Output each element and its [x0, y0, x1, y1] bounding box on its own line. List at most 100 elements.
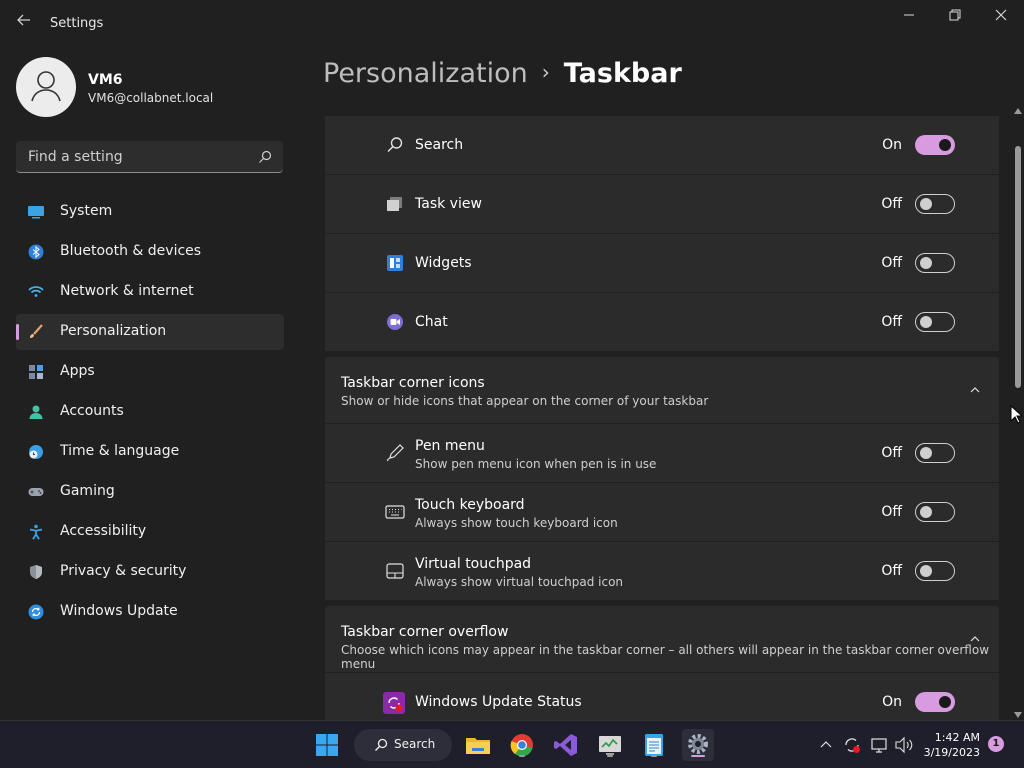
toggle-knob	[920, 198, 932, 210]
page-title: Taskbar	[563, 58, 682, 89]
setting-row-virtual-touchpad: Virtual touchpad Always show virtual tou…	[325, 542, 999, 600]
visual-studio-button[interactable]	[550, 729, 582, 761]
shield-icon	[30, 565, 42, 579]
setting-label: Windows Update Status	[415, 694, 582, 710]
setting-row-windows-update-status: Windows Update Status On	[325, 673, 999, 720]
pen-icon	[387, 444, 404, 462]
user-profile[interactable]: VM6 VM6@collabnet.local	[16, 56, 286, 120]
sidebar-item-label: System	[60, 203, 113, 219]
task-manager-button[interactable]	[594, 729, 626, 761]
start-icon	[316, 734, 338, 756]
file-explorer-icon	[466, 738, 490, 754]
toggle-knob	[939, 139, 951, 151]
visual-studio-icon	[554, 734, 577, 756]
sidebar-item-accessibility[interactable]: Accessibility	[16, 514, 284, 550]
back-button[interactable]	[14, 12, 34, 32]
sidebar-item-privacy[interactable]: Privacy & security	[16, 554, 284, 590]
setting-label: Search	[415, 137, 464, 153]
sync-icon	[28, 604, 44, 620]
settings-content: Search On Task view Off Widgets Off Chat…	[325, 106, 999, 720]
toggle-state: Off	[881, 255, 902, 271]
search-input[interactable]	[26, 141, 250, 173]
chrome-button[interactable]	[506, 729, 538, 761]
start-button[interactable]	[311, 729, 343, 761]
scroll-up-arrow-icon[interactable]	[1014, 108, 1022, 114]
toggle-knob	[939, 696, 951, 708]
chevron-up-icon[interactable]	[969, 633, 981, 645]
sidebar-item-gaming[interactable]: Gaming	[16, 474, 284, 510]
running-indicator	[519, 755, 525, 757]
windows-update-tray-icon[interactable]	[842, 735, 862, 755]
clock-globe-icon	[29, 445, 43, 459]
restore-button[interactable]	[932, 6, 978, 28]
setting-row-chat: Chat Off	[325, 293, 999, 351]
breadcrumb-separator: ›	[541, 60, 550, 84]
sidebar-item-label: Accessibility	[60, 523, 147, 539]
scroll-thumb[interactable]	[1015, 146, 1021, 388]
sidebar-item-time-language[interactable]: Time & language	[16, 434, 284, 470]
sidebar-item-label: Personalization	[60, 323, 167, 339]
running-indicator	[651, 755, 657, 757]
toggle-state: Off	[881, 563, 902, 579]
title-bar: Settings	[0, 0, 1024, 48]
chat-toggle[interactable]	[915, 312, 955, 332]
scroll-down-arrow-icon[interactable]	[1014, 712, 1022, 718]
section-title: Taskbar corner overflow	[341, 624, 509, 640]
restore-icon	[949, 9, 961, 21]
sidebar-item-network[interactable]: Network & internet	[16, 274, 284, 310]
section-taskbar-corner-overflow[interactable]: Taskbar corner overflow Choose which ico…	[325, 606, 999, 672]
search-icon	[259, 150, 272, 163]
toggle-state: Off	[881, 445, 902, 461]
section-taskbar-corner-icons[interactable]: Taskbar corner icons Show or hide icons …	[325, 357, 999, 423]
sidebar-item-bluetooth[interactable]: Bluetooth & devices	[16, 234, 284, 270]
windows-taskbar: Search 1:42 AM 3/19/2023	[0, 720, 1024, 768]
app-title: Settings	[50, 16, 104, 31]
search-toggle[interactable]	[915, 135, 955, 155]
search-icon	[375, 738, 388, 751]
setting-description: Always show touch keyboard icon	[415, 516, 618, 530]
sidebar-item-personalization[interactable]: Personalization	[16, 314, 284, 350]
volume-icon[interactable]	[894, 735, 914, 755]
chevron-up-icon[interactable]	[819, 738, 833, 752]
touch-keyboard-toggle[interactable]	[915, 502, 955, 522]
sidebar-nav: System Bluetooth & devices Network & int…	[16, 194, 284, 634]
sidebar-item-system[interactable]: System	[16, 194, 284, 230]
avatar	[16, 57, 76, 117]
settings-taskbar-button[interactable]	[682, 729, 714, 761]
network-icon[interactable]	[869, 735, 889, 755]
notification-badge[interactable]: 1	[988, 736, 1004, 752]
windows-update-status-toggle[interactable]	[915, 692, 955, 712]
chevron-up-icon[interactable]	[969, 384, 981, 396]
task-view-toggle[interactable]	[915, 194, 955, 214]
toggle-knob	[920, 565, 932, 577]
taskbar-search[interactable]: Search	[354, 729, 452, 761]
sidebar-item-label: Privacy & security	[60, 563, 187, 579]
clock[interactable]: 1:42 AM 3/19/2023	[924, 730, 980, 760]
section-description: Choose which icons may appear in the tas…	[341, 643, 990, 671]
sidebar-item-accounts[interactable]: Accounts	[16, 394, 284, 430]
minimize-button[interactable]	[886, 6, 932, 28]
pen-menu-toggle[interactable]	[915, 443, 955, 463]
breadcrumb-parent[interactable]: Personalization	[323, 58, 528, 89]
virtual-touchpad-toggle[interactable]	[915, 561, 955, 581]
apps-icon	[29, 365, 43, 379]
brush-icon	[30, 324, 43, 338]
setting-row-touch-keyboard: Touch keyboard Always show touch keyboar…	[325, 483, 999, 541]
keyboard-icon	[385, 505, 405, 519]
setting-row-widgets: Widgets Off	[325, 234, 999, 292]
widgets-toggle[interactable]	[915, 253, 955, 273]
setting-label: Task view	[415, 196, 482, 212]
notepad-button[interactable]	[638, 729, 670, 761]
setting-label: Pen menu	[415, 438, 485, 454]
user-email: VM6@collabnet.local	[88, 91, 214, 105]
sidebar-item-label: Accounts	[60, 403, 124, 419]
toggle-knob	[920, 316, 932, 328]
clock-time: 1:42 AM	[934, 731, 980, 744]
sidebar-item-label: Time & language	[60, 443, 180, 459]
sidebar-item-apps[interactable]: Apps	[16, 354, 284, 390]
close-button[interactable]	[978, 6, 1024, 28]
sidebar-item-windows-update[interactable]: Windows Update	[16, 594, 284, 630]
back-arrow-icon	[17, 14, 30, 26]
find-setting-search[interactable]	[16, 141, 283, 173]
file-explorer-button[interactable]	[462, 729, 494, 761]
